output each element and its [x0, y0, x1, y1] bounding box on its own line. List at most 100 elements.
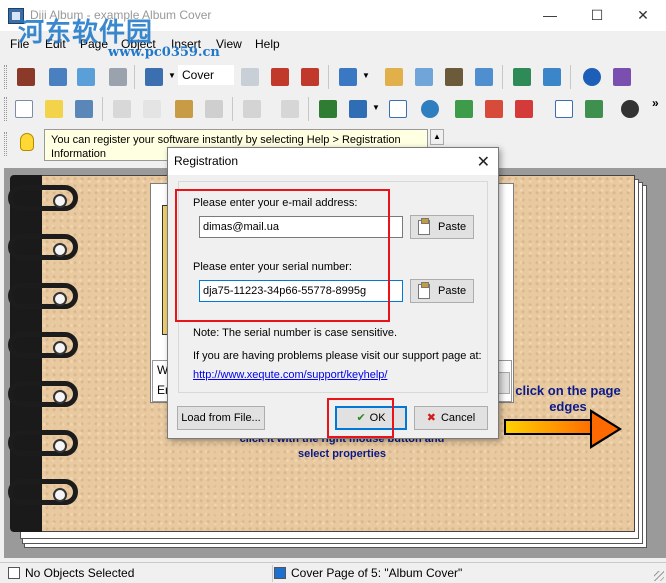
toolbar-separator — [102, 97, 103, 121]
find-button[interactable] — [442, 65, 466, 89]
table-icon — [585, 100, 603, 118]
new-page-icon — [15, 100, 33, 118]
selection-icon — [8, 567, 20, 579]
eye-icon — [77, 68, 95, 86]
page-properties-button[interactable] — [412, 65, 436, 89]
layers-icon — [281, 100, 299, 118]
toolbar-grip — [4, 132, 7, 156]
last-page-icon — [301, 68, 319, 86]
toolbar-separator — [232, 97, 233, 121]
open-album-button[interactable] — [46, 65, 70, 89]
last-page-button[interactable] — [298, 65, 322, 89]
font-icon — [319, 100, 337, 118]
page-select-button[interactable] — [142, 65, 166, 89]
trash-icon — [205, 100, 223, 118]
text-style-button[interactable] — [316, 97, 340, 121]
minimize-button[interactable]: — — [527, 0, 573, 31]
publish-button[interactable] — [540, 65, 564, 89]
paste-email-button[interactable]: Paste — [410, 215, 474, 239]
binding-ring — [8, 332, 78, 358]
print-button[interactable] — [106, 65, 130, 89]
toolbar-separator — [134, 65, 135, 89]
undo-icon — [243, 100, 261, 118]
album-icon — [385, 68, 403, 86]
cut-button[interactable] — [110, 97, 134, 121]
scissors-icon — [113, 100, 131, 118]
toolbar-separator — [570, 65, 571, 89]
insert-table-button[interactable] — [582, 97, 606, 121]
export-button[interactable] — [510, 65, 534, 89]
dialog-close-button[interactable]: ✕ — [477, 152, 490, 172]
text-effects-button[interactable] — [346, 97, 370, 121]
status-divider — [272, 565, 273, 582]
insert-clipart-button[interactable] — [482, 97, 506, 121]
undo-button[interactable] — [240, 97, 264, 121]
preview-icon — [475, 68, 493, 86]
new-button[interactable] — [12, 97, 36, 121]
lightbulb-icon — [20, 133, 34, 151]
bring-front-button[interactable] — [278, 97, 302, 121]
paste-email-label: Paste — [438, 221, 467, 233]
save-button[interactable] — [72, 97, 96, 121]
binding-ring — [8, 234, 78, 260]
next-page-icon — [271, 68, 289, 86]
maximize-button[interactable]: ☐ — [574, 0, 620, 31]
toolbar-grip — [4, 65, 7, 89]
help-button[interactable] — [580, 65, 604, 89]
exit-button[interactable] — [610, 65, 634, 89]
clipboard-icon — [418, 282, 430, 299]
page-combo[interactable]: Cover — [178, 65, 234, 85]
door-icon — [613, 68, 631, 86]
export-icon — [513, 68, 531, 86]
first-page-button[interactable] — [238, 65, 262, 89]
chevron-down-icon[interactable]: ▼ — [362, 71, 370, 80]
next-page-button[interactable] — [268, 65, 292, 89]
publish-icon — [543, 68, 561, 86]
arrow-head-fill — [592, 413, 618, 445]
paste-serial-button[interactable]: Paste — [410, 279, 474, 303]
preview-button[interactable] — [472, 65, 496, 89]
insert-text-button[interactable] — [386, 97, 410, 121]
clipart-icon — [485, 100, 503, 118]
status-page: Cover Page of 5: "Album Cover" — [291, 566, 463, 580]
insert-image-button[interactable] — [452, 97, 476, 121]
list-icon — [555, 100, 573, 118]
paste-button[interactable] — [172, 97, 196, 121]
books-icon — [17, 68, 35, 86]
copy-button[interactable] — [140, 97, 164, 121]
insert-list-button[interactable] — [552, 97, 576, 121]
help-icon — [583, 68, 601, 86]
cancel-x-icon: ✖ — [426, 412, 436, 424]
text-box-icon — [389, 100, 407, 118]
album-properties-button[interactable] — [382, 65, 406, 89]
library-button[interactable] — [14, 65, 38, 89]
insert-web-button[interactable] — [418, 97, 442, 121]
menu-help[interactable]: Help — [255, 37, 280, 51]
delete-button[interactable] — [202, 97, 226, 121]
chevron-down-icon[interactable]: ▼ — [168, 71, 176, 80]
chevron-down-icon[interactable]: ▼ — [372, 103, 380, 112]
wizard-button[interactable] — [42, 97, 66, 121]
cancel-label: Cancel — [440, 412, 476, 424]
resize-grip[interactable] — [654, 571, 664, 581]
highlight-box-fields — [175, 189, 390, 322]
toolbar-overflow-icon[interactable]: » — [652, 96, 659, 110]
close-button[interactable]: ✕ — [620, 0, 666, 31]
layout-button[interactable] — [336, 65, 360, 89]
cancel-button[interactable]: ✖ Cancel — [414, 406, 488, 430]
shapes-icon — [515, 100, 533, 118]
insert-video-button[interactable] — [618, 97, 642, 121]
support-link[interactable]: http://www.xequte.com/support/keyhelp/ — [193, 369, 387, 381]
toolbar-grip — [4, 97, 7, 121]
toolbar-edit: ▼ » — [0, 94, 666, 126]
load-from-file-button[interactable]: Load from File... — [177, 406, 265, 430]
toolbar-separator — [328, 65, 329, 89]
watermark-logo: 河东软件园 — [18, 18, 154, 48]
view-album-button[interactable] — [74, 65, 98, 89]
tip-scroll-up-button[interactable]: ▲ — [430, 129, 444, 145]
film-reel-icon — [621, 100, 639, 118]
insert-shape-button[interactable] — [512, 97, 536, 121]
printer-icon — [109, 68, 127, 86]
support-text: If you are having problems please visit … — [193, 350, 482, 362]
toolbar-separator — [308, 97, 309, 121]
